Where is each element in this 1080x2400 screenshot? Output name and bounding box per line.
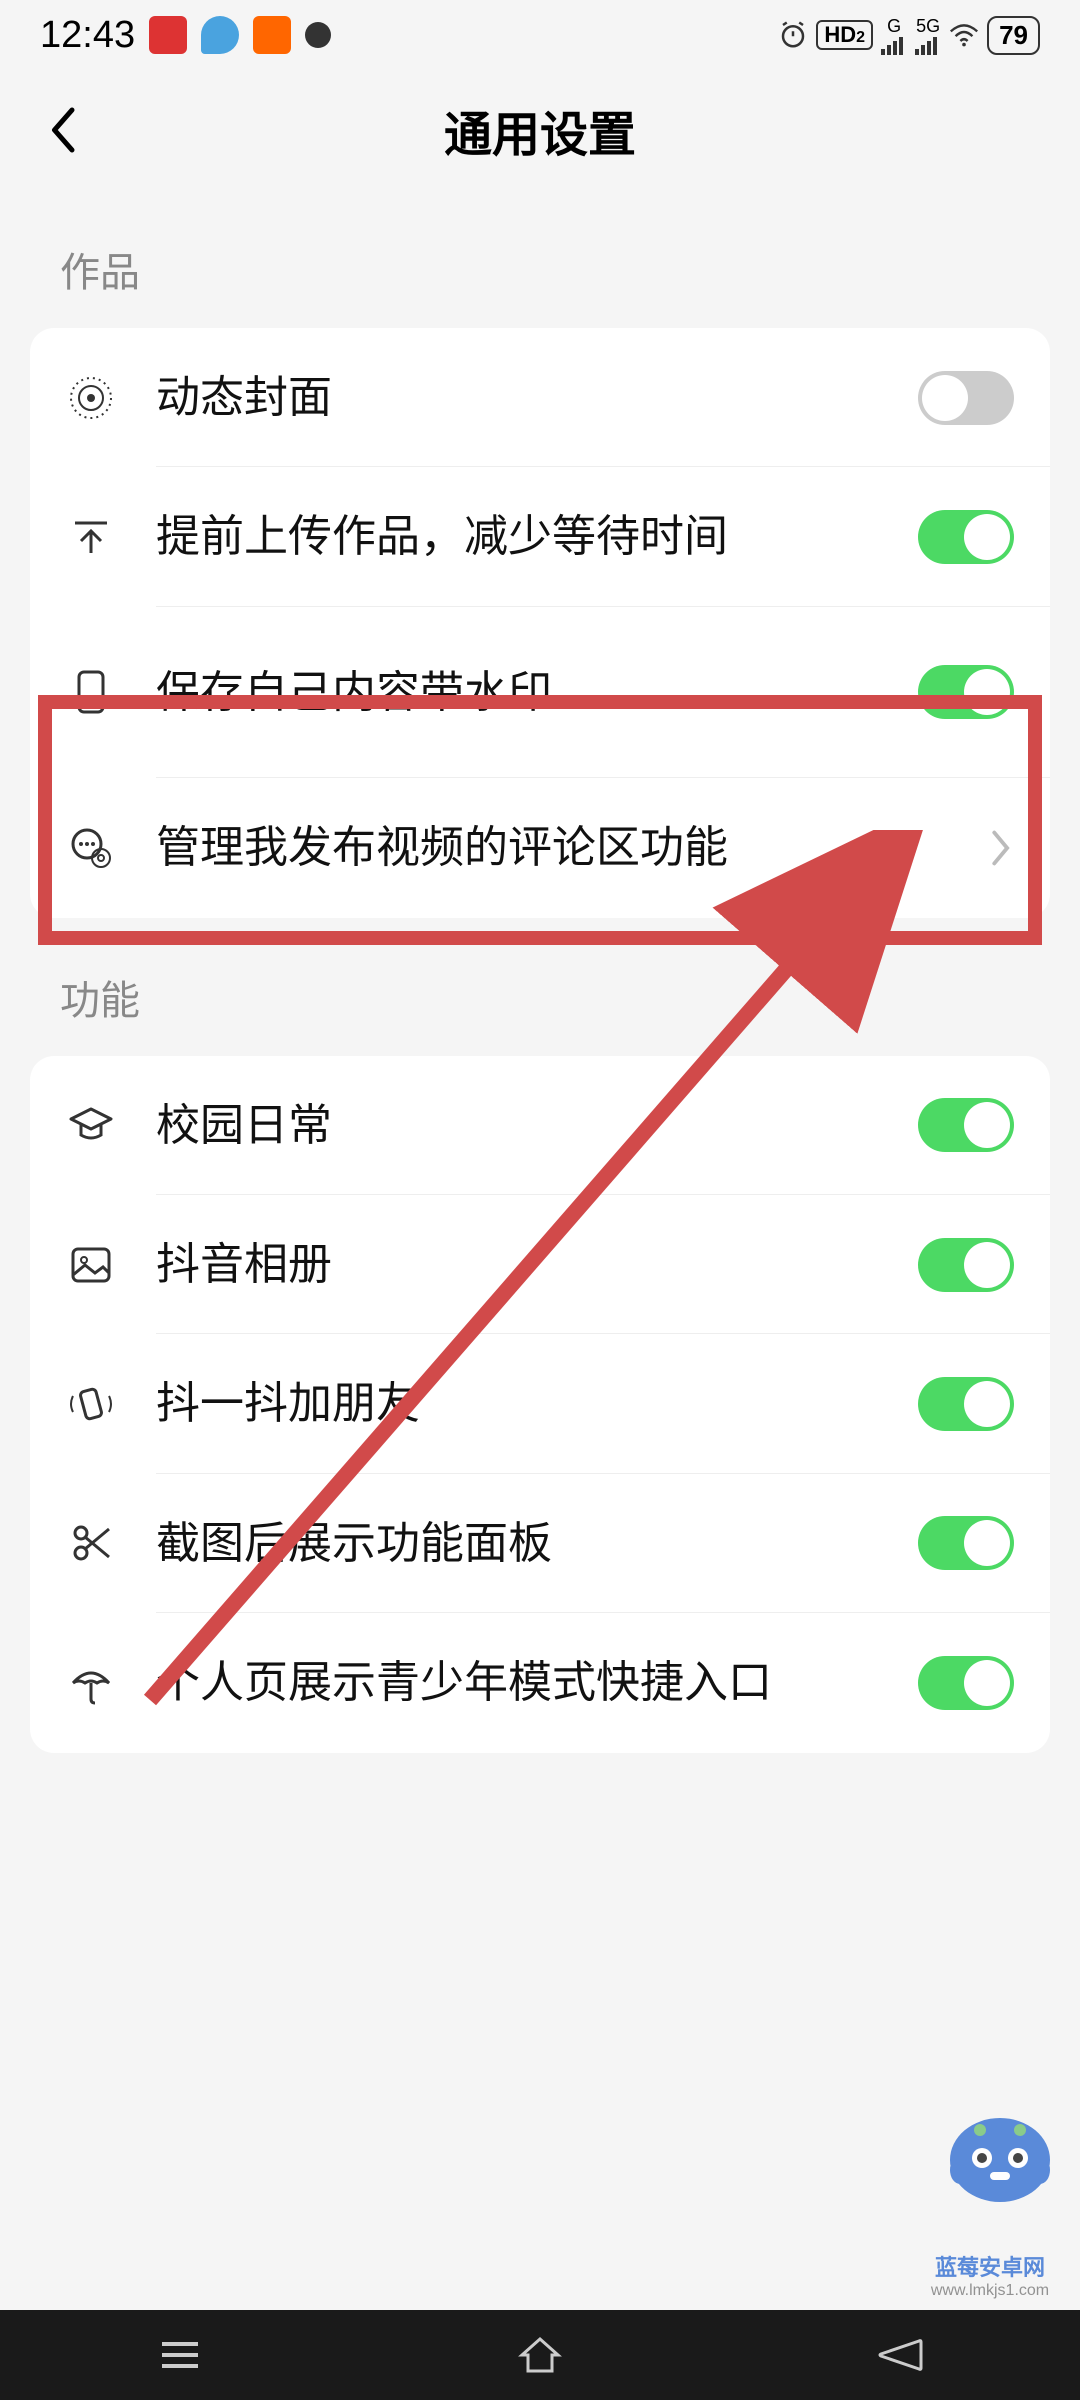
toggle-album[interactable] — [918, 1238, 1014, 1292]
row-manage-comments[interactable]: 管理我发布视频的评论区功能 — [30, 778, 1050, 917]
phone-icon — [66, 667, 116, 717]
row-screenshot[interactable]: 截图后展示功能面板 — [30, 1474, 1050, 1613]
row-album[interactable]: 抖音相册 — [30, 1195, 1050, 1334]
target-icon — [66, 373, 116, 423]
hd-icon: HD2 — [816, 20, 873, 50]
wifi-icon — [949, 23, 979, 47]
row-label: 抖一抖加朋友 — [156, 1374, 918, 1433]
row-label: 抖音相册 — [156, 1235, 918, 1294]
toggle-screenshot[interactable] — [918, 1516, 1014, 1570]
features-card: 校园日常 抖音相册 抖一抖加朋友 截图后展示功能面板 个人页展示青少年模式快捷入… — [30, 1056, 1050, 1753]
status-left: 12:43 — [40, 14, 331, 57]
signal-5g-icon: 5G — [915, 16, 941, 55]
android-nav-bar — [0, 2310, 1080, 2400]
umbrella-icon — [66, 1658, 116, 1708]
row-label: 截图后展示功能面板 — [156, 1514, 918, 1573]
header: 通用设置 — [0, 70, 1080, 190]
status-bar: 12:43 HD2 G 5G 79 — [0, 0, 1080, 70]
watermark-logo: 蓝莓安卓网 www.lmkjs1.com — [900, 2110, 1080, 2300]
notif-dot-icon — [305, 22, 331, 48]
toggle-save-watermark[interactable] — [918, 665, 1014, 719]
works-card: 动态封面 提前上传作品，减少等待时间 保存自己内容带水印 管理我发布视频的评论区… — [30, 328, 1050, 918]
nav-recent-button[interactable] — [120, 2330, 240, 2380]
row-label: 动态封面 — [156, 368, 918, 427]
graduation-icon — [66, 1100, 116, 1150]
chevron-right-icon — [990, 830, 1014, 866]
back-button[interactable] — [32, 100, 92, 160]
row-label: 管理我发布视频的评论区功能 — [156, 818, 990, 877]
chevron-left-icon — [44, 105, 80, 155]
signal-g-icon: G — [881, 16, 907, 55]
row-teenmode[interactable]: 个人页展示青少年模式快捷入口 — [30, 1613, 1050, 1752]
nav-home-button[interactable] — [480, 2330, 600, 2380]
nav-back-button[interactable] — [840, 2330, 960, 2380]
status-time: 12:43 — [40, 14, 135, 57]
toggle-teenmode[interactable] — [918, 1656, 1014, 1710]
row-label: 提前上传作品，减少等待时间 — [156, 507, 918, 566]
row-campus[interactable]: 校园日常 — [30, 1056, 1050, 1195]
row-save-watermark[interactable]: 保存自己内容带水印 — [30, 607, 1050, 778]
toggle-early-upload[interactable] — [918, 510, 1014, 564]
notif-app-icon-2 — [201, 16, 239, 54]
row-label: 校园日常 — [156, 1096, 918, 1155]
toggle-campus[interactable] — [918, 1098, 1014, 1152]
notif-app-icon-1 — [149, 16, 187, 54]
status-right: HD2 G 5G 79 — [778, 16, 1040, 55]
row-label: 个人页展示青少年模式快捷入口 — [156, 1653, 918, 1712]
notif-app-icon-3 — [253, 16, 291, 54]
row-shake[interactable]: 抖一抖加朋友 — [30, 1334, 1050, 1473]
alarm-icon — [778, 20, 808, 50]
page-title: 通用设置 — [444, 95, 636, 165]
section-label-works: 作品 — [0, 190, 1080, 328]
comment-settings-icon — [66, 823, 116, 873]
upload-icon — [66, 512, 116, 562]
section-label-features: 功能 — [0, 918, 1080, 1056]
toggle-dynamic-cover[interactable] — [918, 371, 1014, 425]
image-icon — [66, 1240, 116, 1290]
row-dynamic-cover[interactable]: 动态封面 — [30, 328, 1050, 467]
shake-icon — [66, 1379, 116, 1429]
battery-icon: 79 — [987, 16, 1040, 55]
toggle-shake[interactable] — [918, 1377, 1014, 1431]
scissors-icon — [66, 1518, 116, 1568]
row-early-upload[interactable]: 提前上传作品，减少等待时间 — [30, 467, 1050, 606]
row-label: 保存自己内容带水印 — [156, 663, 918, 722]
